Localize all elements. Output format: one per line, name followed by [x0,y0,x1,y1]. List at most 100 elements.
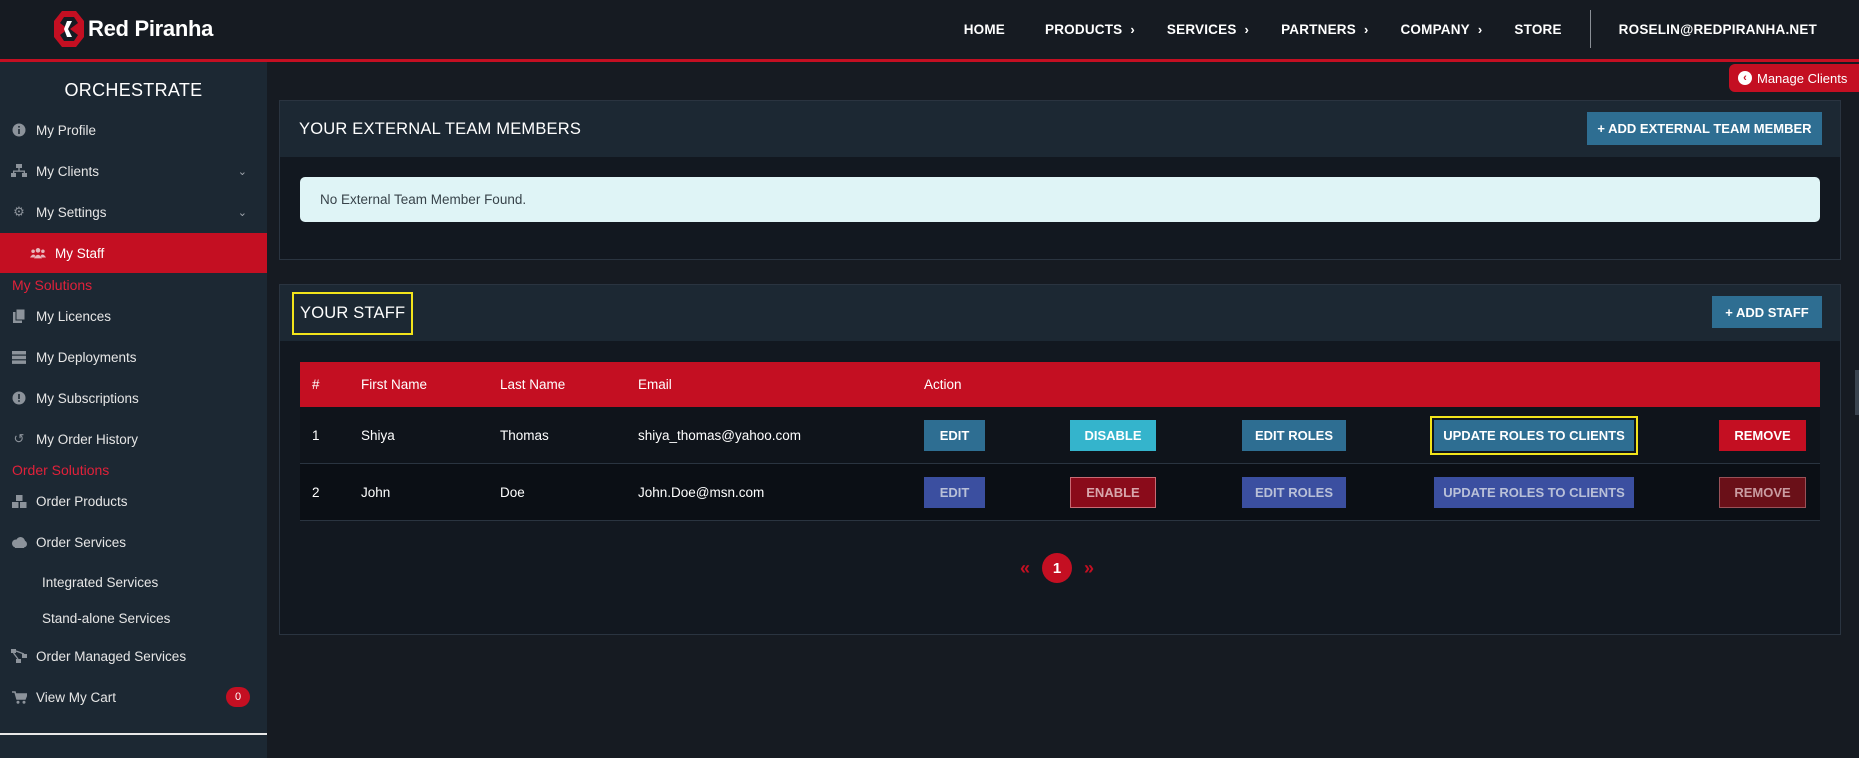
chevron-down-icon[interactable]: ⌄ [238,165,247,178]
nav-label: COMPANY [1400,21,1470,37]
cart-count-badge: 0 [226,687,250,707]
nav-divider [1589,10,1591,48]
sidebar-item-my-clients[interactable]: My Clients ⌄ [0,153,267,189]
no-external-team-alert: No External Team Member Found. [300,177,1820,222]
nav-partners[interactable]: PARTNERS › [1281,22,1368,37]
sidebar-item-label: My Subscriptions [36,390,139,406]
column-header-action: Action [924,377,962,392]
nav-label: STORE [1514,21,1562,37]
add-external-team-member-button[interactable]: + ADD EXTERNAL TEAM MEMBER [1587,112,1822,145]
edit-button[interactable]: EDIT [924,420,985,451]
red-piranha-logo-icon [54,11,84,47]
gear-icon: ⚙ [13,204,25,219]
project-diagram-icon [11,648,27,664]
chevron-left-circle-icon: ‹ [1738,71,1752,85]
nav-company[interactable]: COMPANY › [1400,22,1482,37]
manage-clients-label: Manage Clients [1757,70,1848,86]
pagination-prev[interactable]: « [1020,558,1030,579]
sidebar-item-my-deployments[interactable]: My Deployments [0,339,267,375]
sidebar-item-order-products[interactable]: Order Products [0,483,267,519]
table-row: 1 Shiya Thomas shiya_thomas@yahoo.com ED… [300,407,1820,464]
sidebar-item-label: My Order History [36,431,139,447]
sidebar-item-label: Order Products [36,493,128,509]
column-header-first-name: First Name [361,377,428,392]
boxes-icon [11,493,27,509]
column-header-email: Email [638,377,672,392]
chevron-right-icon: › [1477,21,1483,37]
nav-home[interactable]: HOME [964,22,1005,37]
users-icon [30,245,46,261]
pagination: « 1 » [1020,553,1094,583]
main-nav: HOME PRODUCTS › SERVICES › PARTNERS › COMPA… [964,0,1859,58]
remove-button[interactable]: REMOVE [1719,420,1806,451]
external-team-panel: YOUR EXTERNAL TEAM MEMBERS + ADD EXTERNA… [279,100,1841,260]
cell-first-name: Shiya [361,427,395,443]
copy-icon [11,308,27,324]
cell-last-name: Doe [500,484,525,500]
sidebar: ORCHESTRATE My Profile My Clients ⌄ ⚙ My… [0,62,267,758]
scrollbar-thumb[interactable] [1855,370,1859,415]
update-roles-to-clients-button[interactable]: UPDATE ROLES TO CLIENTS [1430,416,1638,455]
sidebar-item-my-licences[interactable]: My Licences [0,298,267,334]
nav-services[interactable]: SERVICES › [1167,22,1249,37]
edit-roles-button[interactable]: EDIT ROLES [1242,477,1346,508]
table-header-row: # First Name Last Name Email Action [300,362,1820,407]
chevron-right-icon: › [1130,21,1135,37]
cell-email: John.Doe@msn.com [638,484,765,500]
brand-logo[interactable]: Red Piranha [54,11,213,47]
sidebar-item-label: My Staff [55,245,105,261]
sidebar-item-order-services[interactable]: Order Services [0,524,267,560]
sidebar-item-label: View My Cart [36,689,117,705]
cell-first-name: John [361,484,391,500]
sitemap-icon [11,163,27,179]
sidebar-item-order-managed-services[interactable]: Order Managed Services [0,638,267,674]
info-icon [11,122,27,138]
staff-title: YOUR STAFF [292,291,414,335]
external-team-header: YOUR EXTERNAL TEAM MEMBERS + ADD EXTERNA… [280,101,1840,157]
manage-clients-button[interactable]: ‹ Manage Clients [1729,64,1859,92]
column-header-num: # [312,377,320,392]
nav-label: SERVICES [1166,21,1237,37]
enable-button[interactable]: ENABLE [1070,477,1156,508]
nav-label: HOME [963,21,1006,37]
sidebar-item-label: Order Managed Services [36,648,187,664]
sidebar-item-my-staff[interactable]: My Staff [0,233,267,273]
chevron-right-icon: › [1244,21,1250,37]
update-roles-to-clients-button[interactable]: UPDATE ROLES TO CLIENTS [1434,477,1634,508]
sidebar-item-label: My Settings [36,204,107,220]
nav-label: PARTNERS [1281,21,1356,37]
cell-num: 1 [312,427,320,443]
nav-label: PRODUCTS [1045,21,1123,37]
sidebar-heading-my-solutions: My Solutions [12,277,93,293]
remove-button[interactable]: REMOVE [1719,477,1806,508]
nav-products[interactable]: PRODUCTS › [1045,22,1135,37]
disable-button[interactable]: DISABLE [1070,420,1156,451]
sidebar-subitem-standalone-services[interactable]: Stand-alone Services [42,611,170,626]
sidebar-title: ORCHESTRATE [64,80,203,100]
pagination-next[interactable]: » [1084,558,1094,579]
shopping-cart-icon [11,689,27,705]
nav-user-email[interactable]: ROSELIN@REDPIRANHA.NET [1619,22,1817,37]
history-icon: ↺ [13,431,25,446]
edit-roles-button[interactable]: EDIT ROLES [1242,420,1346,451]
sidebar-bottom-divider [0,733,267,735]
sidebar-item-label: My Deployments [36,349,137,365]
sidebar-item-my-profile[interactable]: My Profile [0,112,267,148]
sidebar-subitem-integrated-services[interactable]: Integrated Services [42,575,158,590]
sidebar-item-view-my-cart[interactable]: View My Cart 0 [0,679,267,715]
sidebar-item-my-order-history[interactable]: ↺ My Order History [0,421,267,457]
add-staff-button[interactable]: + ADD STAFF [1712,296,1822,328]
cell-last-name: Thomas [500,427,549,443]
server-icon [11,349,27,365]
sidebar-item-label: My Profile [36,122,97,138]
pagination-page-current[interactable]: 1 [1042,553,1073,583]
sidebar-item-label: Order Services [36,534,127,550]
nav-store[interactable]: STORE [1514,22,1561,37]
sidebar-heading-order-solutions: Order Solutions [12,462,110,478]
cell-email: shiya_thomas@yahoo.com [638,427,802,443]
sidebar-item-my-settings[interactable]: ⚙ My Settings ⌄ [0,194,267,230]
edit-button[interactable]: EDIT [924,477,985,508]
sidebar-item-my-subscriptions[interactable]: My Subscriptions [0,380,267,416]
chevron-down-icon[interactable]: ⌄ [238,206,247,219]
cell-num: 2 [312,484,320,500]
